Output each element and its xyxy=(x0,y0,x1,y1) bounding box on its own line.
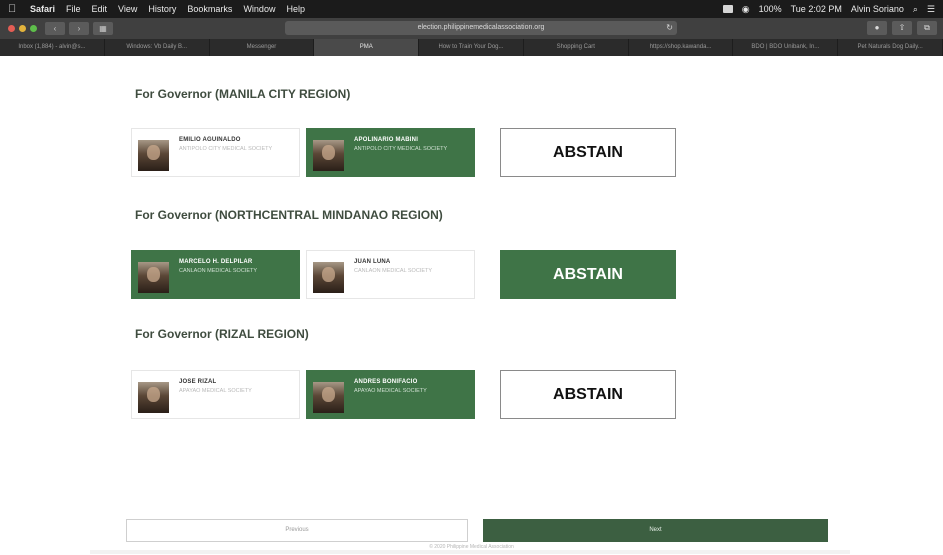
candidate-photo xyxy=(313,262,344,293)
status-icon[interactable] xyxy=(722,5,733,13)
candidate-card-selected[interactable]: ANDRES BONIFACIO APAYAO MEDICAL SOCIETY xyxy=(306,370,475,419)
menu-help[interactable]: Help xyxy=(286,4,305,14)
clock[interactable]: Tue 2:02 PM xyxy=(791,4,842,14)
menu-safari[interactable]: Safari xyxy=(30,4,55,14)
menu-history[interactable]: History xyxy=(148,4,176,14)
menu-bar:  Safari File Edit View History Bookmark… xyxy=(0,0,943,18)
candidate-card[interactable]: EMILIO AGUINALDO ANTIPOLO CITY MEDICAL S… xyxy=(131,128,300,177)
candidate-name: ANDRES BONIFACIO xyxy=(354,379,418,385)
url-text: election.philippinemedicalassociation.or… xyxy=(417,24,545,31)
tab-shopping-cart[interactable]: Shopping Cart xyxy=(524,39,629,56)
apple-icon[interactable]:  xyxy=(8,3,20,15)
candidate-card[interactable]: JUAN LUNA CANLAON MEDICAL SOCIETY xyxy=(306,250,475,299)
tab-pma[interactable]: PMA xyxy=(314,39,420,56)
footer-divider xyxy=(90,550,850,554)
address-bar[interactable]: election.philippinemedicalassociation.or… xyxy=(285,21,677,35)
candidate-name: JOSE RIZAL xyxy=(179,379,217,385)
candidate-society: CANLAON MEDICAL SOCIETY xyxy=(179,268,258,274)
abstain-button[interactable]: ABSTAIN xyxy=(500,370,676,419)
candidate-name: MARCELO H. DELPILAR xyxy=(179,259,253,265)
toolbar-right: ● ⇧ ⧉ xyxy=(862,21,937,35)
candidate-photo xyxy=(313,140,344,171)
menu-window[interactable]: Window xyxy=(243,4,275,14)
candidate-photo xyxy=(313,382,344,413)
candidate-photo xyxy=(138,262,169,293)
candidate-card-selected[interactable]: MARCELO H. DELPILAR CANLAON MEDICAL SOCI… xyxy=(131,250,300,299)
spotlight-icon[interactable]: ⌕ xyxy=(913,4,918,15)
candidate-card-selected[interactable]: APOLINARIO MABINI ANTIPOLO CITY MEDICAL … xyxy=(306,128,475,177)
battery-percent[interactable]: 100% xyxy=(759,4,782,14)
section-title: For Governor (NORTHCENTRAL MINDANAO REGI… xyxy=(135,208,443,222)
window-controls xyxy=(8,25,41,32)
candidate-society: APAYAO MEDICAL SOCIETY xyxy=(179,388,252,394)
forward-button[interactable]: › xyxy=(69,22,89,35)
tab-pet-naturals[interactable]: Pet Naturals Dog Daily... xyxy=(838,39,943,56)
abstain-button-selected[interactable]: ABSTAIN xyxy=(500,250,676,299)
notification-center-icon[interactable]: ☰ xyxy=(927,4,935,15)
previous-button[interactable]: Previous xyxy=(126,519,468,542)
share-icon[interactable]: ⇧ xyxy=(892,21,912,35)
reload-icon[interactable]: ↻ xyxy=(666,21,673,35)
tab-dog-training[interactable]: How to Train Your Dog... xyxy=(419,39,524,56)
tab-strip: Inbox (1,884) - alvin@s... Windows: Vb D… xyxy=(0,39,943,56)
candidate-society: APAYAO MEDICAL SOCIETY xyxy=(354,388,427,394)
tab-messenger[interactable]: Messenger xyxy=(210,39,315,56)
menu-view[interactable]: View xyxy=(118,4,137,14)
ballot-page: For Governor (MANILA CITY REGION) EMILIO… xyxy=(0,56,943,555)
minimize-window-button[interactable] xyxy=(19,25,26,32)
candidate-society: ANTIPOLO CITY MEDICAL SOCIETY xyxy=(179,146,273,152)
abstain-button[interactable]: ABSTAIN xyxy=(500,128,676,177)
status-area: ◉ 100% Tue 2:02 PM Alvin Soriano ⌕ ☰ xyxy=(714,0,935,18)
candidate-society: CANLAON MEDICAL SOCIETY xyxy=(354,268,433,274)
candidate-photo xyxy=(138,140,169,171)
candidate-photo xyxy=(138,382,169,413)
sidebar-button[interactable]: ▦ xyxy=(93,22,113,35)
candidate-card[interactable]: JOSE RIZAL APAYAO MEDICAL SOCIETY xyxy=(131,370,300,419)
tab-shop[interactable]: https://shop.kawanda... xyxy=(629,39,734,56)
candidate-name: EMILIO AGUINALDO xyxy=(179,137,241,143)
menu-file[interactable]: File xyxy=(66,4,81,14)
next-button[interactable]: Next xyxy=(483,519,828,542)
browser-toolbar: ‹ › ▦ election.philippinemedicalassociat… xyxy=(0,18,943,39)
menu-bookmarks[interactable]: Bookmarks xyxy=(187,4,232,14)
candidate-society: ANTIPOLO CITY MEDICAL SOCIETY xyxy=(354,146,448,152)
back-button[interactable]: ‹ xyxy=(45,22,65,35)
menu-edit[interactable]: Edit xyxy=(92,4,108,14)
close-window-button[interactable] xyxy=(8,25,15,32)
candidate-name: APOLINARIO MABINI xyxy=(354,137,419,143)
tab-bdo[interactable]: BDO | BDO Unibank, In... xyxy=(733,39,839,56)
tab-inbox[interactable]: Inbox (1,884) - alvin@s... xyxy=(0,39,105,56)
zoom-window-button[interactable] xyxy=(30,25,37,32)
candidate-name: JUAN LUNA xyxy=(354,259,391,265)
user-name[interactable]: Alvin Soriano xyxy=(851,4,904,14)
section-title: For Governor (MANILA CITY REGION) xyxy=(135,87,351,101)
wifi-icon[interactable]: ◉ xyxy=(742,4,750,15)
section-title: For Governor (RIZAL REGION) xyxy=(135,327,309,341)
tab-windows[interactable]: Windows: Vb Daily B... xyxy=(105,39,210,56)
tabs-overview-icon[interactable]: ⧉ xyxy=(917,21,937,35)
extension-icon[interactable]: ● xyxy=(867,21,887,35)
